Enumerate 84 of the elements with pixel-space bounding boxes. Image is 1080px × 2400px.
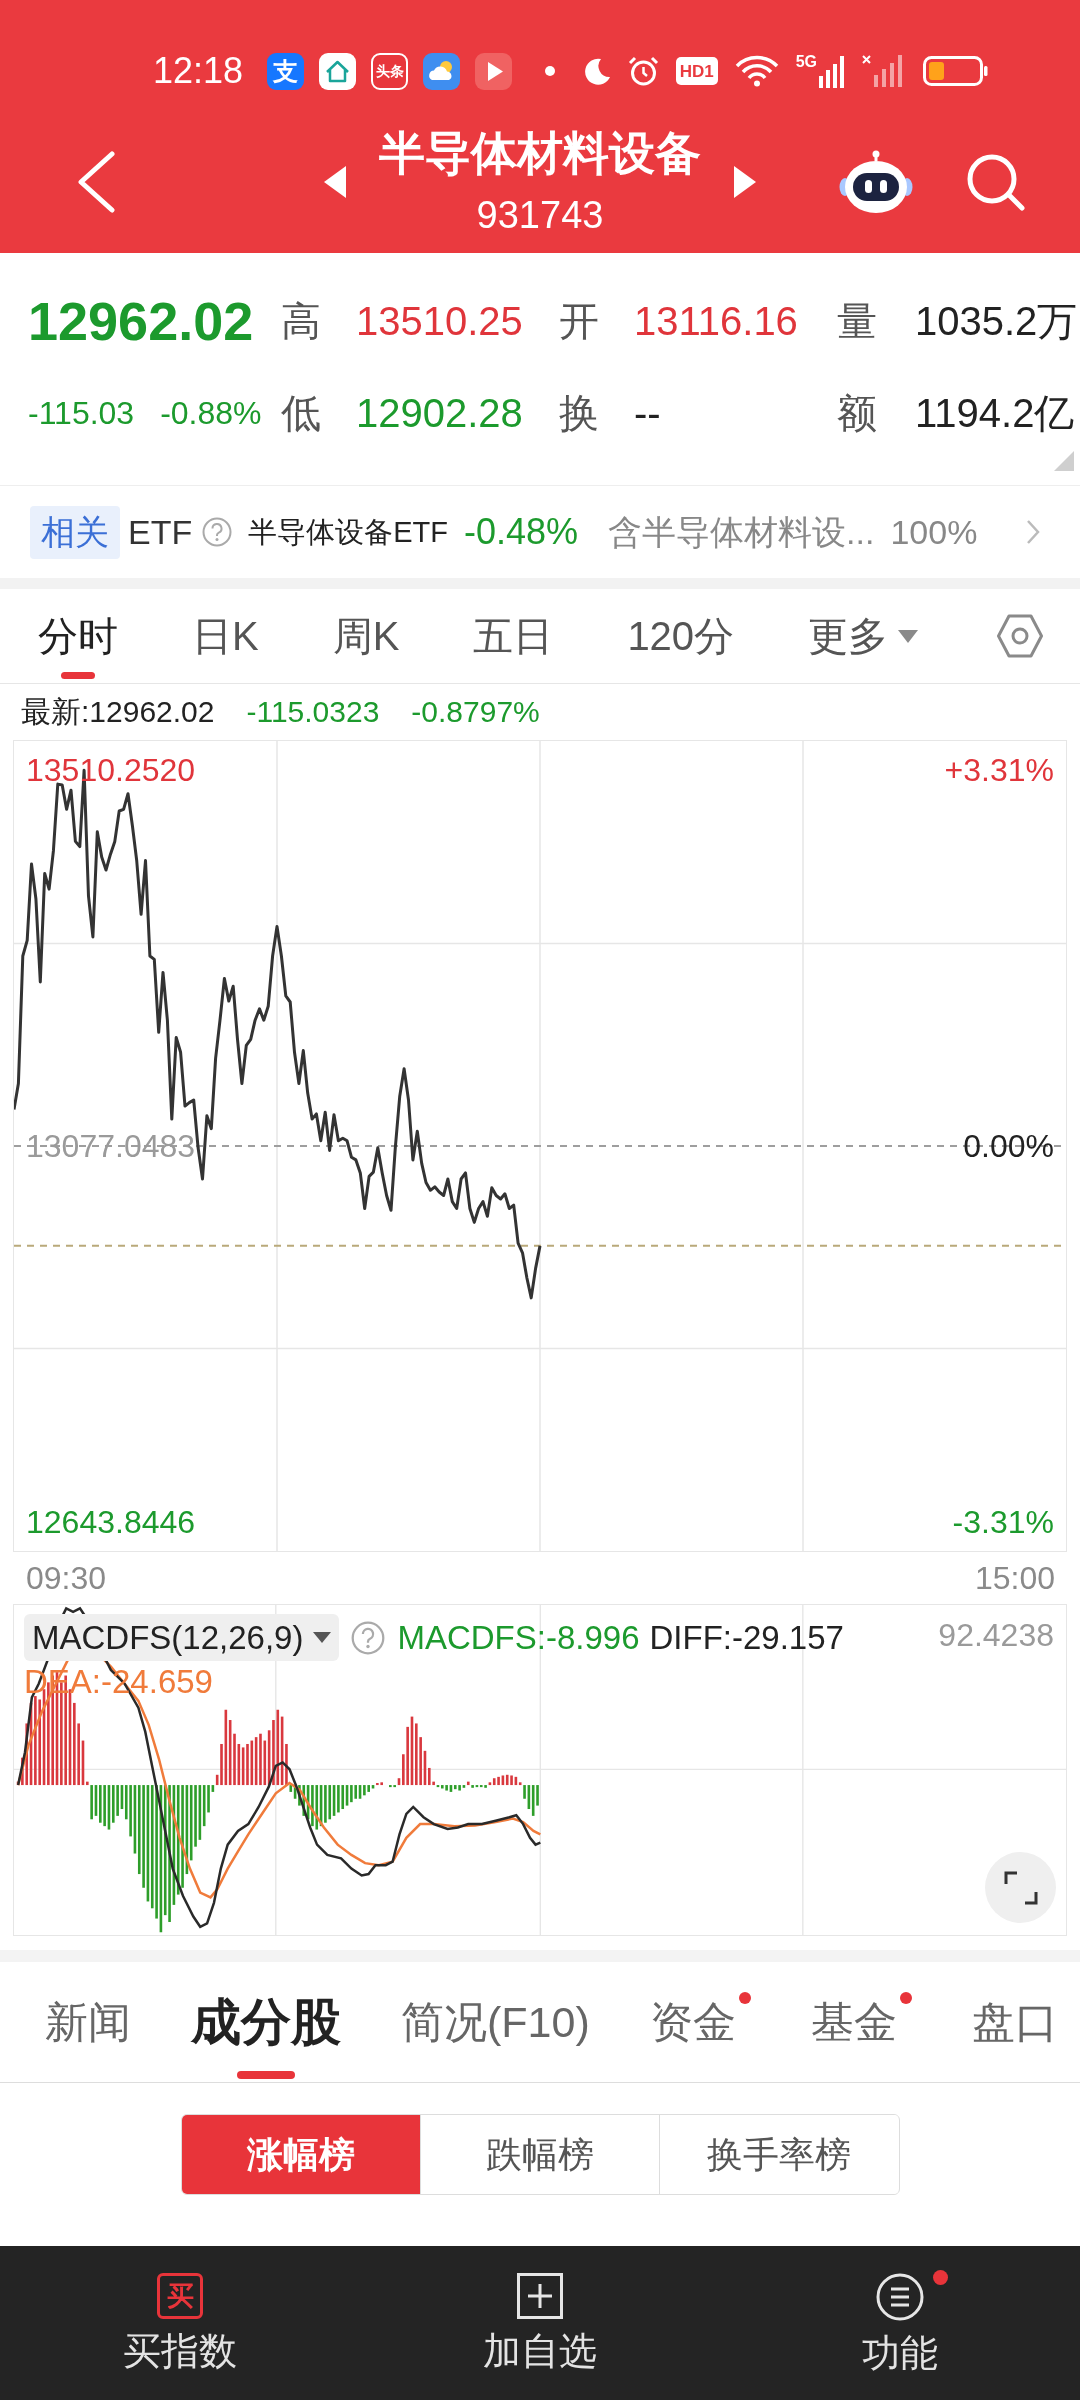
hd-badge: HD1 [675, 57, 718, 85]
chart-tab[interactable]: 周K [332, 589, 400, 683]
time-label: 15:00 [974, 1562, 1055, 1594]
moon-icon [583, 57, 611, 85]
stat-label: 量 [837, 301, 877, 341]
nav-item[interactable]: 加自选 [360, 2246, 720, 2400]
diff-value: DIFF:-29.157 [649, 1621, 844, 1654]
latest-change-percent: -0.8797% [411, 697, 540, 727]
etf-name[interactable]: 半导体设备ETF [248, 517, 448, 547]
axis-value: 13077.0483 [26, 1130, 196, 1162]
menu-icon [876, 2273, 924, 2321]
change-percent: -0.88% [160, 397, 262, 429]
battery-icon [923, 56, 988, 86]
news-app-icon: 头条 [371, 52, 409, 90]
expand-icon [1003, 1870, 1038, 1905]
stat-value: 1194.2亿 [915, 393, 1075, 433]
stat-label: 开 [559, 301, 599, 341]
time-label: 09:30 [26, 1562, 107, 1594]
buy-icon: 买 [157, 2273, 203, 2319]
holding-percent: 100% [890, 515, 978, 549]
video-app-icon [475, 52, 513, 90]
help-icon[interactable] [351, 1620, 386, 1655]
macdfs-value: MACDFS:-8.996 [397, 1621, 640, 1654]
chart-tab[interactable]: 分时 [38, 589, 118, 683]
stat-value: 12902.28 [356, 393, 523, 433]
caret-down-icon [313, 1632, 332, 1643]
axis-value: 12643.8446 [26, 1506, 196, 1538]
section-tab[interactable]: 资金 [649, 1962, 751, 2082]
more-notifications-icon [545, 66, 556, 76]
percent-value: -3.31% [952, 1506, 1054, 1538]
back-icon[interactable] [76, 150, 116, 213]
holding-text: 含半导体材料设... [608, 515, 875, 549]
plus-square-icon [517, 2273, 563, 2319]
index-code: 931743 [476, 192, 604, 237]
alarm-icon [627, 55, 659, 87]
signal-icon [819, 56, 845, 88]
stat-value: 1035.2万 [915, 301, 1078, 341]
percent-value: +3.31% [944, 754, 1054, 786]
stat-label: 额 [837, 393, 877, 433]
latest-price-label: 最新:12962.02 [21, 697, 215, 727]
axis-value: 13510.2520 [26, 754, 196, 786]
stat-value: 13116.16 [634, 301, 798, 341]
related-badge: 相关 [30, 505, 120, 559]
section-tab[interactable]: 成分股 [191, 1962, 341, 2082]
next-triangle-icon[interactable] [734, 165, 756, 198]
chart-tab[interactable]: 120分 [627, 589, 735, 683]
status-time: 12:18 [153, 53, 244, 89]
stat-label: 高 [281, 301, 321, 341]
stat-label: 换 [559, 393, 599, 433]
chart-tab[interactable]: 更多 [808, 589, 919, 683]
section-tab[interactable]: 简况(F10) [401, 1962, 590, 2082]
stat-value: 13510.25 [356, 301, 523, 341]
section-tab[interactable]: 新闻 [45, 1962, 131, 2082]
network-type: 5G [795, 54, 817, 70]
chart-tab[interactable]: 五日 [473, 589, 554, 683]
category-label: ETF [128, 515, 193, 549]
section-tab[interactable]: 基金 [810, 1962, 912, 2082]
axis-value: 92.4238 [938, 1619, 1054, 1651]
stat-value: -- [634, 393, 661, 433]
section-tab[interactable]: 盘口 [971, 1962, 1058, 2082]
chevron-right-icon[interactable] [1026, 519, 1040, 545]
dropdown-triangle-icon [898, 629, 919, 643]
rank-tab[interactable]: 换手率榜 [659, 2115, 899, 2194]
percent-value: 0.00% [963, 1130, 1054, 1162]
payment-app-icon: 支 [267, 52, 305, 90]
rank-tab[interactable]: 涨幅榜 [181, 2115, 420, 2194]
latest-change: -115.0323 [246, 697, 380, 727]
settings-icon[interactable] [997, 613, 1043, 659]
price-change: -115.03 [28, 397, 135, 429]
robot-icon[interactable] [839, 149, 913, 214]
previous-triangle-icon[interactable] [324, 165, 346, 198]
house-app-icon [319, 52, 357, 90]
indicator-selector[interactable]: MACDFS(12,26,9) [24, 1614, 340, 1661]
help-icon[interactable] [202, 517, 233, 547]
last-price: 12962.02 [28, 294, 254, 348]
weather-app-icon [423, 52, 461, 90]
search-icon[interactable] [966, 152, 1026, 211]
etf-change: -0.48% [464, 514, 579, 550]
index-title: 半导体材料设备 [379, 126, 701, 179]
wifi-icon [734, 55, 779, 87]
chart-tab[interactable]: 日K [192, 589, 259, 683]
stat-label: 低 [281, 393, 321, 433]
nav-item[interactable]: 功能 [720, 2246, 1080, 2400]
nav-item[interactable]: 买 买指数 [0, 2246, 360, 2400]
